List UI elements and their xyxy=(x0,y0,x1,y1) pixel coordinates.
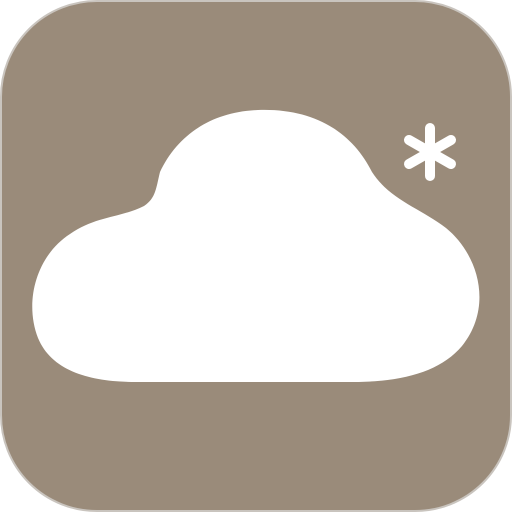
cloud-snow-icon xyxy=(0,0,512,512)
app-icon[interactable] xyxy=(0,0,512,512)
screen xyxy=(0,0,512,512)
